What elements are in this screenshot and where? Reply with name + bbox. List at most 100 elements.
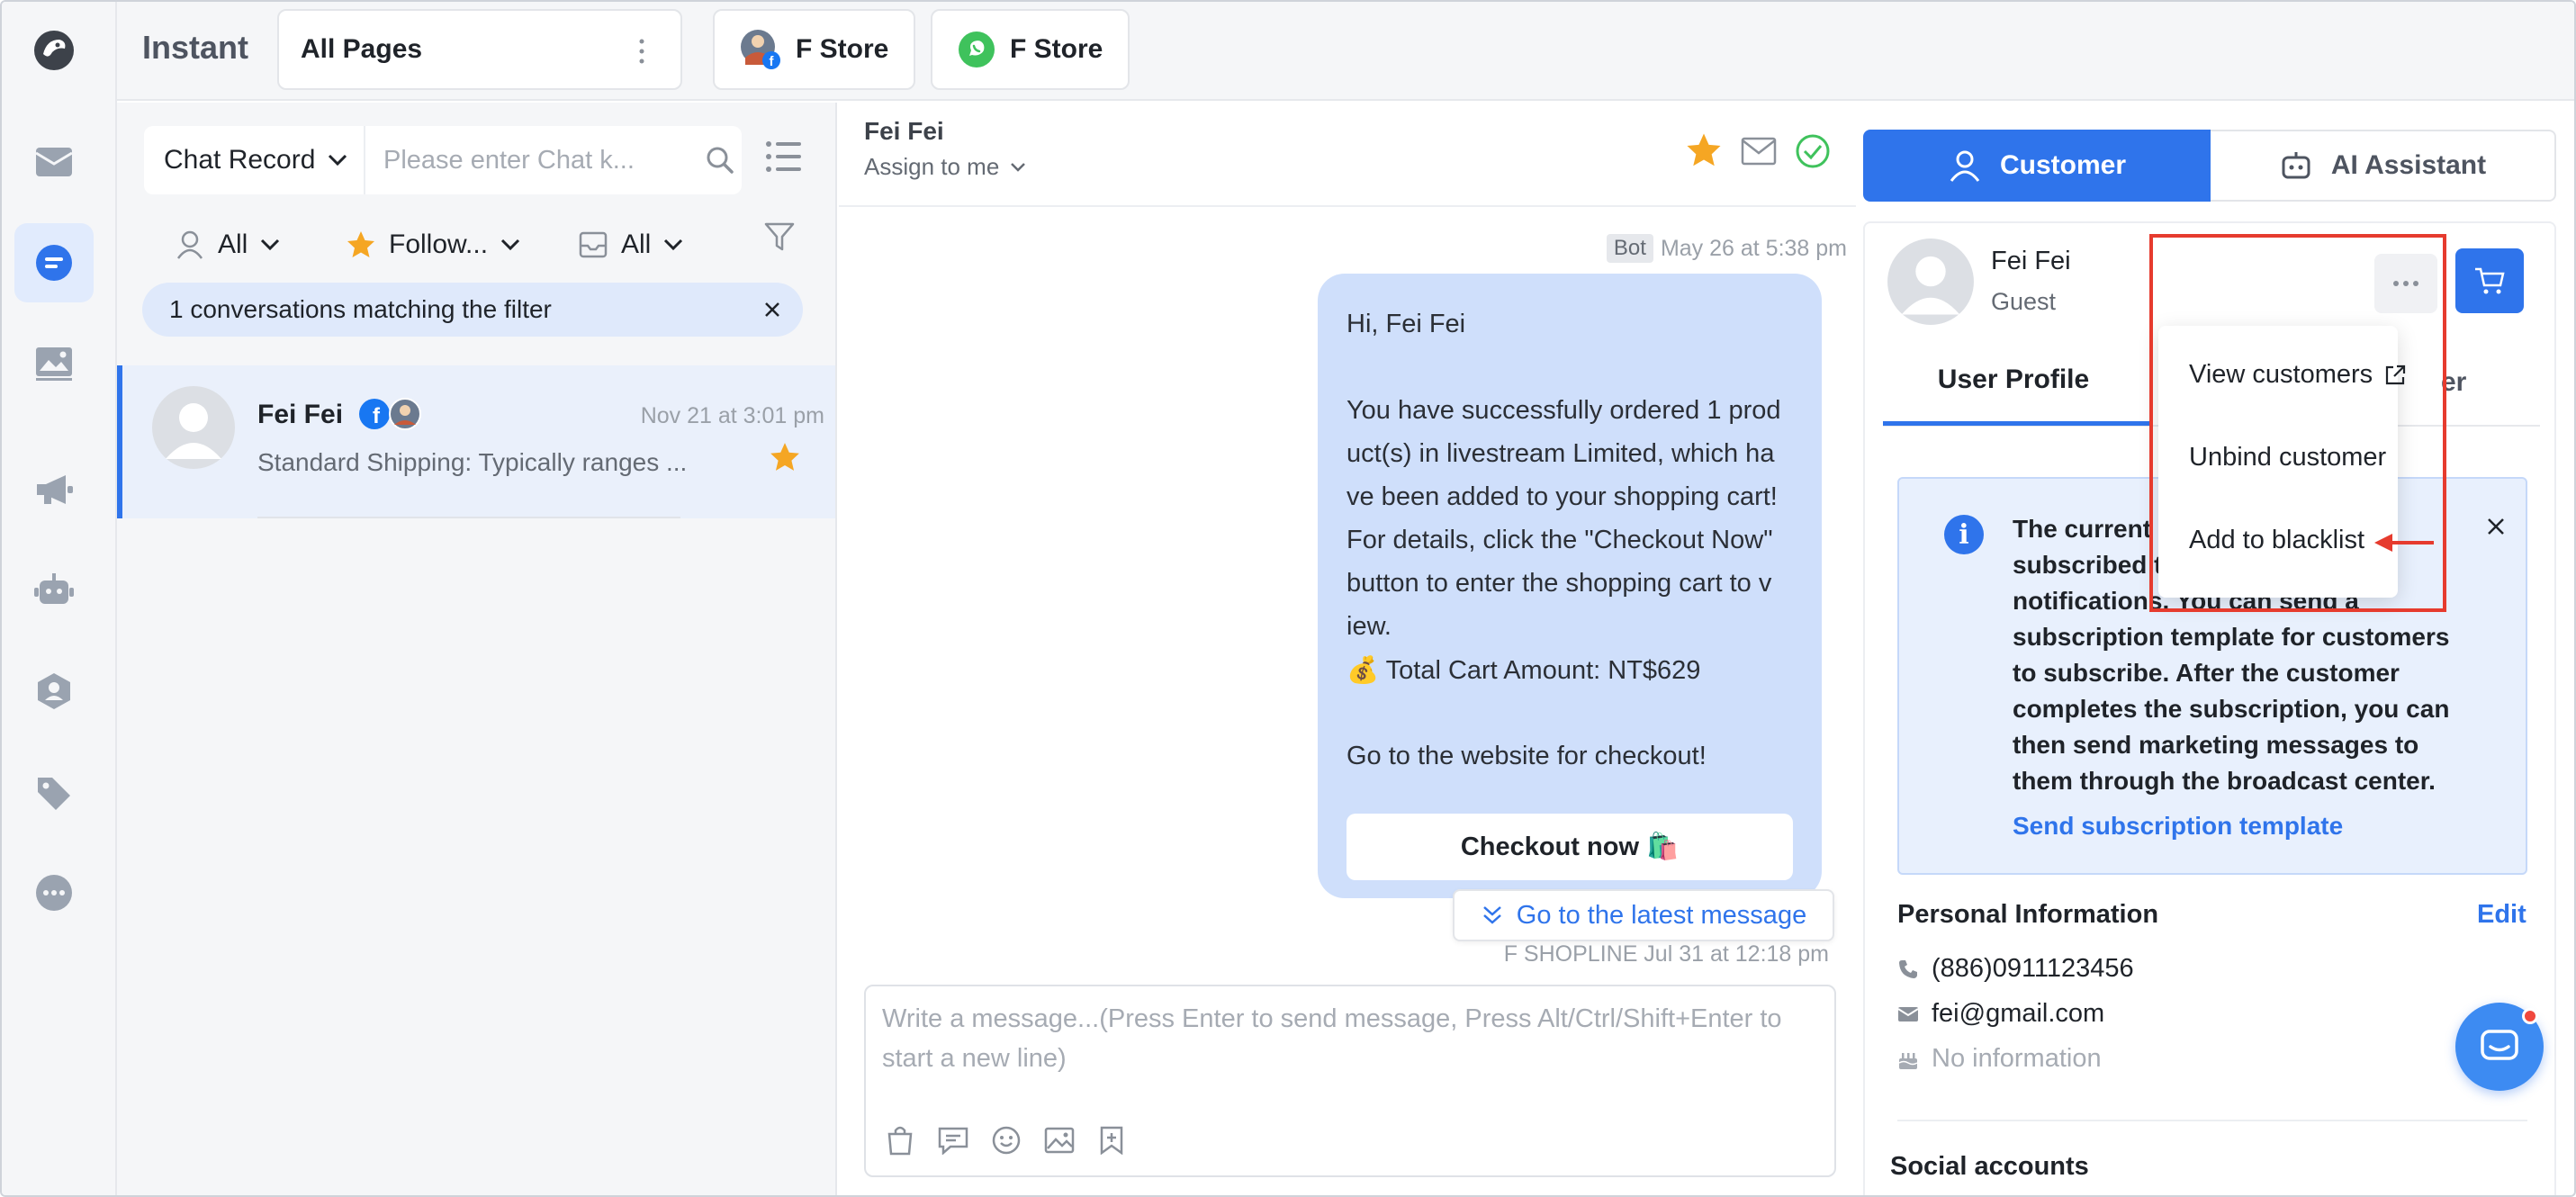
- message-time: May 26 at 5:38 pm: [1660, 235, 1847, 261]
- edit-button[interactable]: Edit: [2477, 900, 2526, 930]
- customer-name: Fei Fei: [1991, 247, 2071, 275]
- cart-icon: [2475, 267, 2505, 294]
- right-panel-tabs: Customer AI Assistant: [1863, 130, 2556, 202]
- conversation-list-panel: Chat Record All Follow... All: [117, 103, 837, 1195]
- chevron-down-icon: [500, 238, 520, 251]
- conversation-name: Fei Fei: [257, 400, 344, 429]
- search-input[interactable]: [369, 126, 693, 194]
- chat-icon[interactable]: [14, 223, 94, 302]
- app-window: Instant All Pages f F Store F Store Chat…: [0, 0, 2576, 1197]
- filter-match-text: 1 conversations matching the filter: [169, 295, 552, 323]
- close-icon[interactable]: [2486, 517, 2506, 536]
- facebook-icon: f: [358, 398, 391, 430]
- megaphone-icon[interactable]: [14, 450, 94, 529]
- store-button-whatsapp[interactable]: F Store: [931, 9, 1130, 90]
- message-line: For details, click the "Checkout Now": [1347, 526, 1773, 554]
- notice-line: to subscribe. After the customer: [2013, 659, 2400, 687]
- chevron-down-icon: [329, 154, 347, 166]
- notice-line: completes the subscription, you can: [2013, 695, 2450, 723]
- robot-icon: [2282, 152, 2310, 179]
- chevron-down-icon: [1011, 162, 1026, 172]
- assignee-filter[interactable]: All: [175, 218, 280, 272]
- image-icon[interactable]: [1044, 1127, 1075, 1154]
- chat-header: Fei Fei Assign to me: [839, 103, 1856, 207]
- user-icon: [176, 230, 203, 259]
- list-view-icon[interactable]: [765, 139, 801, 175]
- personal-info-title: Personal Information: [1897, 900, 2159, 929]
- social-accounts-title: Social accounts: [1890, 1152, 2089, 1181]
- arrow-annotation-icon: [2373, 529, 2436, 556]
- assign-dropdown[interactable]: Assign to me: [864, 153, 1026, 181]
- phone-value: (886)0911123456: [1932, 954, 2134, 983]
- assign-label: Assign to me: [864, 153, 1000, 180]
- inbox-filter[interactable]: All: [578, 218, 683, 272]
- star-icon[interactable]: [1685, 131, 1723, 169]
- tab-ai-label: AI Assistant: [2330, 150, 2487, 180]
- search-scope-label: Chat Record: [164, 145, 316, 175]
- nav-rail: [2, 2, 117, 1195]
- notice-line: subscription template for customers: [2013, 623, 2450, 651]
- kebab-icon[interactable]: [637, 36, 646, 67]
- gallery-icon[interactable]: [14, 324, 94, 403]
- message-bubble: Hi, Fei Fei You have successfully ordere…: [1318, 274, 1822, 898]
- tab-user-profile[interactable]: User Profile: [1883, 351, 2144, 409]
- chevron-down-icon: [664, 238, 683, 251]
- store-label: F Store: [1010, 34, 1103, 64]
- star-icon: [347, 231, 374, 257]
- user-icon: [1950, 150, 1980, 182]
- notice-line: then send marketing messages to: [2013, 731, 2419, 759]
- search-bar: Chat Record: [144, 126, 742, 194]
- checkout-button[interactable]: Checkout now 🛍️: [1347, 814, 1793, 880]
- tab-ai-assistant[interactable]: AI Assistant: [2211, 130, 2556, 202]
- store-avatar-icon: f: [741, 30, 780, 69]
- emoji-icon[interactable]: [992, 1126, 1021, 1155]
- bot-tag: Bot: [1606, 234, 1653, 263]
- star-icon[interactable]: [769, 441, 801, 473]
- team-icon[interactable]: [14, 652, 94, 731]
- message-line: Go to the website for checkout!: [1347, 742, 1707, 770]
- funnel-icon[interactable]: [763, 221, 796, 252]
- logo-icon[interactable]: [14, 11, 94, 90]
- store-button-facebook[interactable]: f F Store: [713, 9, 916, 90]
- tab-customer-label: Customer: [1999, 150, 2127, 180]
- mail-icon[interactable]: [1741, 137, 1777, 166]
- chat-bubble-icon: [2481, 1030, 2518, 1060]
- tag-icon[interactable]: [14, 752, 94, 832]
- latest-message-button[interactable]: Go to the latest message: [1453, 889, 1834, 941]
- avatar: [1887, 238, 1975, 326]
- follow-filter[interactable]: Follow...: [346, 218, 520, 272]
- email-value: fei@gmail.com: [1932, 999, 2105, 1028]
- quick-reply-icon[interactable]: [938, 1126, 968, 1155]
- assignee-filter-label: All: [218, 230, 248, 259]
- email-row: fei@gmail.com: [1897, 999, 2104, 1029]
- search-scope-select[interactable]: Chat Record: [144, 126, 365, 194]
- conversation-item[interactable]: Fei Fei f Nov 21 at 3:01 pm Standard Shi…: [117, 365, 835, 518]
- shopping-bag-icon[interactable]: [886, 1125, 914, 1156]
- chat-messages: Bot May 26 at 5:38 pm Hi, Fei Fei You ha…: [839, 209, 1856, 969]
- latest-message-label: Go to the latest message: [1516, 900, 1807, 930]
- page-avatar-icon: [389, 398, 421, 430]
- more-icon[interactable]: [14, 853, 94, 932]
- search-icon[interactable]: [706, 146, 734, 175]
- tab-customer[interactable]: Customer: [1863, 130, 2211, 202]
- message-line: ve been added to your shopping cart!: [1347, 482, 1778, 511]
- robot-icon[interactable]: [14, 551, 94, 630]
- filter-match-banner: 1 conversations matching the filter: [142, 283, 803, 337]
- bookmark-add-icon[interactable]: [1098, 1126, 1125, 1155]
- page-select-label: All Pages: [301, 34, 423, 64]
- cart-button[interactable]: [2455, 248, 2524, 313]
- page-select[interactable]: All Pages: [277, 9, 682, 90]
- whatsapp-icon: [959, 32, 995, 68]
- inbox-icon[interactable]: [14, 122, 94, 202]
- birthday-row: No information: [1897, 1044, 2102, 1074]
- phone-icon: [1899, 959, 1917, 978]
- inbox-filter-label: All: [621, 230, 652, 259]
- notification-dot: [2522, 1008, 2538, 1024]
- active-tab-indicator: [1883, 421, 2153, 426]
- message-line: button to enter the shopping cart to v: [1347, 569, 1772, 598]
- resolve-check-icon[interactable]: [1795, 133, 1831, 169]
- message-line: Hi, Fei Fei: [1347, 310, 1466, 338]
- close-icon[interactable]: [763, 301, 781, 319]
- send-subscription-link[interactable]: Send subscription template: [2013, 812, 2343, 841]
- message-input[interactable]: [882, 999, 1818, 1098]
